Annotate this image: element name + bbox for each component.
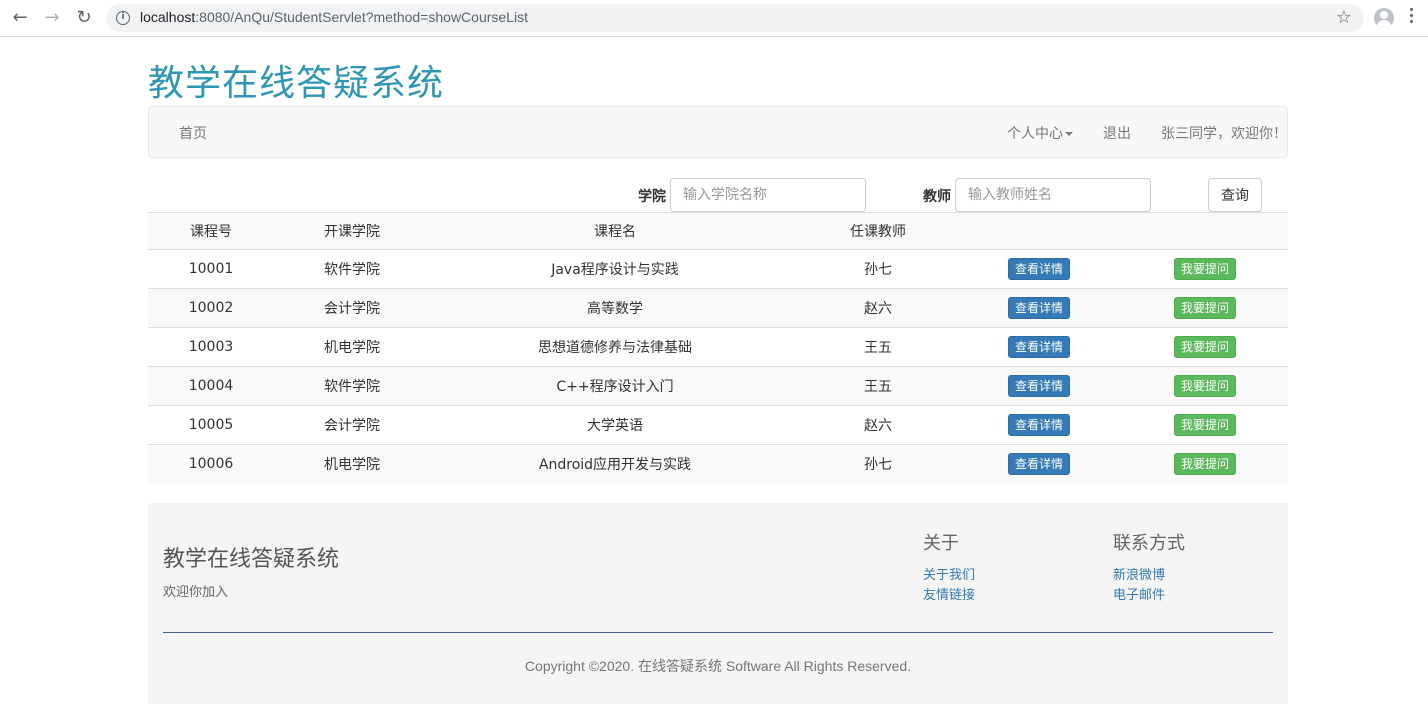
cell-course-name: 思想道德修养与法律基础 (430, 327, 800, 367)
cell-college: 机电学院 (274, 444, 430, 484)
cell-course-id: 10001 (148, 249, 274, 289)
page-footer: 教学在线答疑系统 欢迎你加入 关于 关于我们 友情链接 联系方式 新浪微博 电子… (148, 503, 1288, 704)
teacher-label: 教师 (923, 189, 951, 205)
cell-course-id: 10002 (148, 288, 274, 328)
info-icon[interactable]: i (116, 11, 130, 25)
bookmark-star-icon[interactable]: ☆ (1336, 7, 1352, 28)
back-arrow-icon[interactable]: ← (8, 6, 32, 30)
ask-question-button[interactable]: 我要提问 (1173, 336, 1236, 358)
table-row: 10004 软件学院 C++程序设计入门 王五 查看详情 我要提问 (148, 366, 1288, 406)
cell-detail: 查看详情 (956, 405, 1122, 445)
top-navbar: 首页 个人中心 退出 张三同学，欢迎你！ (148, 106, 1288, 158)
cell-detail: 查看详情 (956, 327, 1122, 367)
cell-college: 软件学院 (274, 249, 430, 289)
cell-ask: 我要提问 (1122, 249, 1288, 289)
ask-question-button[interactable]: 我要提问 (1173, 453, 1236, 476)
table-row: 10003 机电学院 思想道德修养与法律基础 王五 查看详情 我要提问 (148, 327, 1288, 367)
header-ask (1122, 212, 1288, 250)
cell-course-name: 大学英语 (430, 405, 800, 445)
cell-ask: 我要提问 (1122, 444, 1288, 484)
cell-detail: 查看详情 (956, 249, 1122, 289)
profile-avatar-icon[interactable] (1374, 8, 1394, 28)
table-row: 10001 软件学院 Java程序设计与实践 孙七 查看详情 我要提问 (148, 249, 1288, 289)
cell-course-id: 10004 (148, 366, 274, 406)
cell-college: 软件学院 (274, 366, 430, 406)
header-teacher: 任课教师 (800, 212, 956, 250)
reload-icon[interactable]: ↻ (72, 6, 96, 30)
address-bar[interactable]: i localhost:8080/AnQu/StudentServlet?met… (106, 4, 1364, 32)
cell-teacher: 孙七 (800, 444, 956, 484)
teacher-search-input[interactable] (955, 178, 1151, 212)
search-form: 学院 教师 查询 (148, 178, 1288, 212)
cell-course-id: 10003 (148, 327, 274, 367)
forward-arrow-icon[interactable]: → (40, 6, 64, 30)
footer-divider (163, 632, 1273, 633)
view-detail-button[interactable]: 查看详情 (1007, 453, 1070, 476)
browser-menu-icon[interactable] (1410, 8, 1414, 28)
footer-title: 教学在线答疑系统 (163, 547, 340, 572)
welcome-text: 张三同学，欢迎你！ (1161, 126, 1287, 142)
query-button[interactable]: 查询 (1208, 178, 1262, 212)
cell-ask: 我要提问 (1122, 327, 1288, 367)
header-detail (956, 212, 1122, 250)
cell-teacher: 孙七 (800, 249, 956, 289)
cell-ask: 我要提问 (1122, 366, 1288, 406)
ask-question-button[interactable]: 我要提问 (1173, 375, 1236, 397)
footer-subtitle: 欢迎你加入 (163, 585, 229, 600)
footer-about-heading: 关于 (923, 533, 959, 554)
cell-detail: 查看详情 (956, 288, 1122, 328)
browser-toolbar: ← → ↻ i localhost:8080/AnQu/StudentServl… (0, 0, 1428, 37)
nav-personal-center-dropdown[interactable]: 个人中心 (1007, 123, 1073, 143)
cell-course-name: Android应用开发与实践 (430, 444, 800, 484)
cell-college: 会计学院 (274, 405, 430, 445)
cell-college: 会计学院 (274, 288, 430, 328)
header-college: 开课学院 (274, 212, 430, 250)
url-text[interactable]: localhost:8080/AnQu/StudentServlet?metho… (140, 9, 528, 25)
footer-contact-heading: 联系方式 (1113, 533, 1185, 554)
ask-question-button[interactable]: 我要提问 (1173, 414, 1236, 436)
course-table: 课程号 开课学院 课程名 任课教师 10001 软件学院 Java程序设计与实践… (148, 212, 1288, 484)
footer-link-weibo[interactable]: 新浪微博 (1113, 564, 1165, 583)
cell-course-id: 10005 (148, 405, 274, 445)
cell-course-id: 10006 (148, 444, 274, 484)
cell-teacher: 王五 (800, 327, 956, 367)
cell-ask: 我要提问 (1122, 405, 1288, 445)
header-course-id: 课程号 (148, 212, 274, 250)
cell-teacher: 王五 (800, 366, 956, 406)
personal-center-label: 个人中心 (1007, 126, 1063, 142)
cell-ask: 我要提问 (1122, 288, 1288, 328)
nav-logout-link[interactable]: 退出 (1103, 123, 1131, 143)
header-course-name: 课程名 (430, 212, 800, 250)
cell-course-name: Java程序设计与实践 (430, 249, 800, 289)
college-label: 学院 (638, 189, 666, 205)
table-row: 10006 机电学院 Android应用开发与实践 孙七 查看详情 我要提问 (148, 444, 1288, 484)
cell-detail: 查看详情 (956, 366, 1122, 406)
nav-home-link[interactable]: 首页 (179, 123, 207, 143)
cell-course-name: 高等数学 (430, 288, 800, 328)
cell-course-name: C++程序设计入门 (430, 366, 800, 406)
table-row: 10002 会计学院 高等数学 赵六 查看详情 我要提问 (148, 288, 1288, 328)
footer-link-friends[interactable]: 友情链接 (923, 584, 975, 603)
cell-teacher: 赵六 (800, 288, 956, 328)
view-detail-button[interactable]: 查看详情 (1007, 375, 1070, 397)
site-title: 教学在线答疑系统 (148, 63, 445, 104)
footer-link-email[interactable]: 电子邮件 (1113, 584, 1165, 603)
table-row: 10005 会计学院 大学英语 赵六 查看详情 我要提问 (148, 405, 1288, 445)
footer-link-about-us[interactable]: 关于我们 (923, 564, 975, 583)
ask-question-button[interactable]: 我要提问 (1173, 297, 1236, 319)
footer-copyright: Copyright ©2020. 在线答疑系统 Software All Rig… (524, 658, 912, 674)
caret-down-icon (1065, 132, 1073, 136)
table-header-row: 课程号 开课学院 课程名 任课教师 (148, 212, 1288, 250)
cell-teacher: 赵六 (800, 405, 956, 445)
college-search-input[interactable] (670, 178, 866, 212)
view-detail-button[interactable]: 查看详情 (1007, 414, 1070, 436)
ask-question-button[interactable]: 我要提问 (1173, 258, 1236, 280)
view-detail-button[interactable]: 查看详情 (1007, 336, 1070, 358)
view-detail-button[interactable]: 查看详情 (1007, 297, 1070, 319)
cell-college: 机电学院 (274, 327, 430, 367)
view-detail-button[interactable]: 查看详情 (1007, 258, 1070, 280)
cell-detail: 查看详情 (956, 444, 1122, 484)
